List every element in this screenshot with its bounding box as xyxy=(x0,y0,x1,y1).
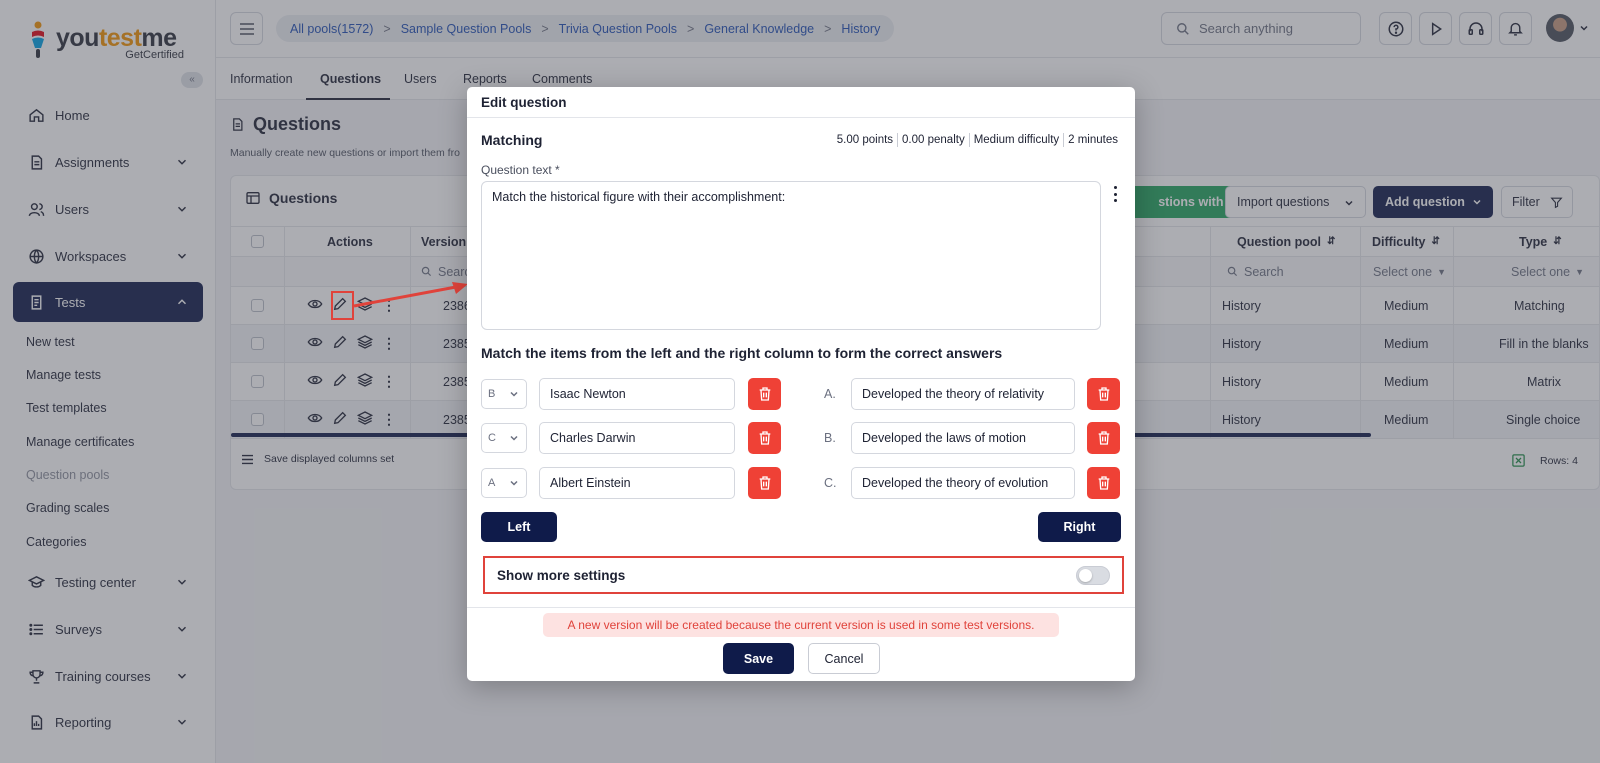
answer-key-select[interactable]: B xyxy=(481,379,527,409)
trash-icon xyxy=(1098,387,1109,401)
meta-points: 5.00 points xyxy=(836,134,894,146)
trash-icon xyxy=(759,431,770,445)
matching-pair-row: C B. xyxy=(481,422,1121,454)
add-left-item-button[interactable]: Left xyxy=(481,512,557,542)
show-more-settings-toggle[interactable] xyxy=(1076,566,1110,585)
right-item-input[interactable] xyxy=(851,422,1075,454)
show-more-settings-row[interactable]: Show more settings xyxy=(483,556,1124,594)
chevron-down-icon xyxy=(510,391,518,397)
edit-question-dialog: Edit question Matching 5.00 points 0.00 … xyxy=(467,87,1135,681)
right-item-letter: B. xyxy=(824,431,836,445)
meta-difficulty: Medium difficulty xyxy=(973,134,1060,146)
left-item-input[interactable] xyxy=(539,378,735,410)
left-item-input[interactable] xyxy=(539,467,735,499)
meta-penalty: 0.00 penalty xyxy=(902,134,965,146)
answer-key-value: B xyxy=(488,388,496,400)
matching-pair-row: A C. xyxy=(481,467,1121,499)
dialog-divider xyxy=(467,607,1135,608)
delete-left-item-button[interactable] xyxy=(748,467,781,499)
answer-key-select[interactable]: A xyxy=(481,468,527,498)
chevron-down-icon xyxy=(510,435,518,441)
arrow-annotation-icon xyxy=(353,282,468,308)
question-text-label: Question text * xyxy=(481,163,560,177)
delete-left-item-button[interactable] xyxy=(748,422,781,454)
cancel-button[interactable]: Cancel xyxy=(808,643,880,674)
right-item-input[interactable] xyxy=(851,378,1075,410)
right-item-input[interactable] xyxy=(851,467,1075,499)
matching-instructions: Match the items from the left and the ri… xyxy=(481,345,1003,361)
answer-key-value: A xyxy=(488,477,496,489)
delete-left-item-button[interactable] xyxy=(748,378,781,410)
left-item-input[interactable] xyxy=(539,422,735,454)
delete-right-item-button[interactable] xyxy=(1087,378,1120,410)
highlight-box-edit-icon xyxy=(331,291,354,320)
question-text-input[interactable] xyxy=(481,181,1101,330)
more-vertical-icon[interactable] xyxy=(1110,185,1120,203)
trash-icon xyxy=(1098,476,1109,490)
save-button[interactable]: Save xyxy=(723,643,794,674)
dialog-title: Edit question xyxy=(467,87,1135,118)
right-item-letter: A. xyxy=(824,387,836,401)
show-more-settings-label: Show more settings xyxy=(497,567,626,583)
trash-icon xyxy=(759,387,770,401)
add-right-item-button[interactable]: Right xyxy=(1038,512,1121,542)
matching-pair-row: B A. xyxy=(481,378,1121,410)
answer-key-value: C xyxy=(488,432,496,444)
new-version-warning: A new version will be created because th… xyxy=(543,613,1059,637)
meta-duration: 2 minutes xyxy=(1068,134,1118,146)
delete-right-item-button[interactable] xyxy=(1087,422,1120,454)
chevron-down-icon xyxy=(510,480,518,486)
answer-key-select[interactable]: C xyxy=(481,423,527,453)
trash-icon xyxy=(759,476,770,490)
right-item-letter: C. xyxy=(824,476,837,490)
question-type: Matching xyxy=(481,132,543,148)
question-meta: 5.00 points 0.00 penalty Medium difficul… xyxy=(837,133,1118,147)
delete-right-item-button[interactable] xyxy=(1087,467,1120,499)
trash-icon xyxy=(1098,431,1109,445)
